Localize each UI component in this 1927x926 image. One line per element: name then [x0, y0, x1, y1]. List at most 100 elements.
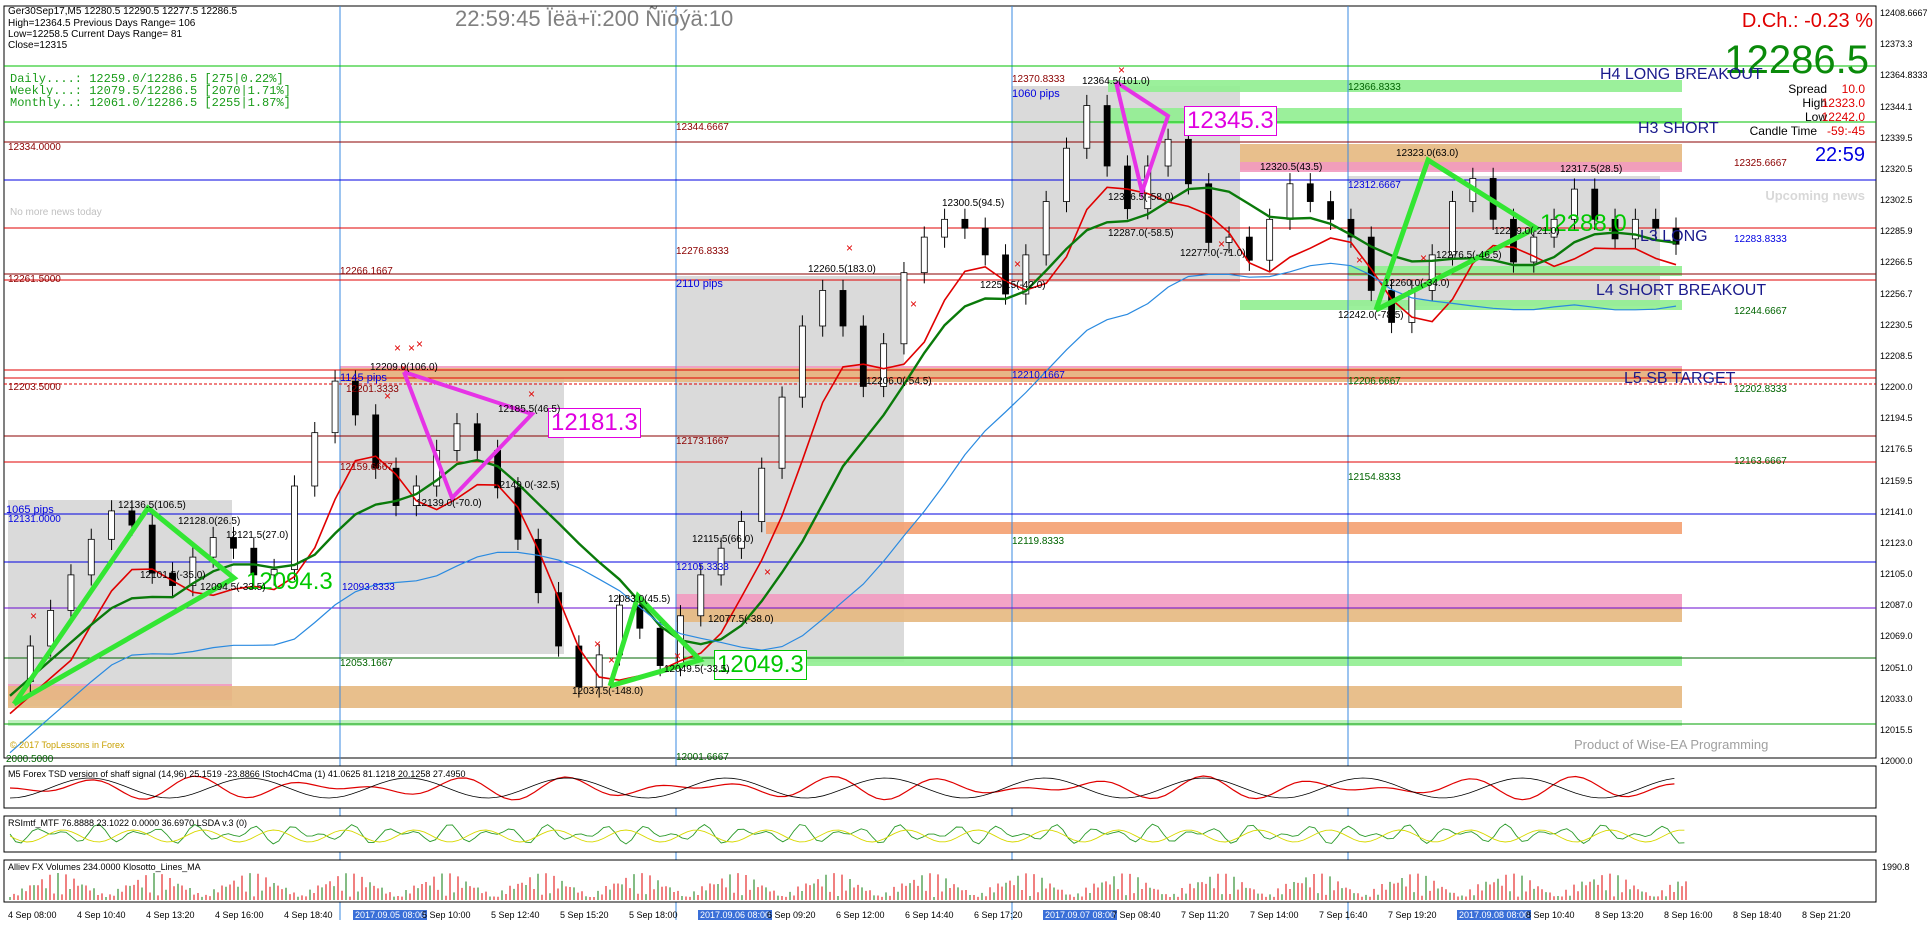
price-tick: 12176.5 — [1880, 444, 1913, 455]
price-tick: 12123.0 — [1880, 537, 1913, 548]
marker-x: × — [1356, 253, 1363, 267]
candle-body — [656, 627, 664, 666]
pivot-label: 12159.6667 — [340, 462, 393, 473]
pips-label-3: 2110 pips — [676, 278, 723, 290]
pips-label-4: 1060 pips — [1012, 88, 1060, 100]
pivot-zone — [8, 686, 1682, 708]
swing-label: 12149.0(-32.5) — [494, 480, 560, 491]
price-tick: 12344.1 — [1880, 101, 1913, 112]
volume-scale: 1990.8 — [1882, 862, 1910, 872]
candle-body — [1286, 183, 1294, 220]
swing-label: 12287.0(-58.5) — [1108, 228, 1174, 239]
swing-label: 12276.5(-46.5) — [1436, 250, 1502, 261]
time-tick: 4 Sep 08:00 — [8, 910, 57, 920]
time-tick: 2017.09.07 08:00 — [1043, 910, 1118, 920]
candle-body — [1449, 201, 1456, 256]
price-tick: 12339.5 — [1880, 132, 1913, 143]
time-tick: 8 Sep 16:00 — [1664, 910, 1713, 920]
swing-label: 12242.0(-78.5) — [1338, 310, 1404, 321]
time-tick: 8 Sep 10:40 — [1526, 910, 1575, 920]
swing-label: 12277.0(-71.0) — [1180, 248, 1246, 259]
pivot-label: 12334.0000 — [8, 142, 61, 153]
marker-x: × — [416, 337, 423, 351]
symbol-line: Ger30Sep17,M5 12280.5 12290.5 12277.5 12… — [8, 6, 238, 17]
time-tick: 4 Sep 13:20 — [146, 910, 195, 920]
swing-label: 12136.5(106.5) — [118, 500, 186, 511]
candle-body — [900, 272, 908, 345]
swing-label: 12049.5(-33.5) — [664, 664, 730, 675]
swing-label: 12115.5(66.0) — [692, 534, 754, 545]
swing-label: 12083.0(45.5) — [608, 594, 671, 605]
candle-body — [778, 396, 786, 469]
candle-body — [148, 524, 156, 574]
candle-body — [981, 227, 989, 256]
price-tick: 12033.0 — [1880, 693, 1913, 704]
price-tick: 12194.5 — [1880, 413, 1913, 424]
time-tick: 5 Sep 18:00 — [629, 910, 678, 920]
swing-label: 12364.5(101.0) — [1082, 76, 1150, 87]
spread-value: 10.0 — [1841, 82, 1865, 96]
marker-x: × — [594, 637, 601, 651]
sub-windows-layer — [3, 765, 1877, 903]
marker-x: × — [846, 241, 853, 255]
pivot-label: 12105.3333 — [676, 562, 729, 573]
pivot-label: 12203.5000 — [8, 382, 61, 393]
swing-label: 12323.0(63.0) — [1396, 148, 1459, 159]
time-tick: 4 Sep 18:40 — [284, 910, 333, 920]
time-tick: 7 Sep 19:20 — [1388, 910, 1437, 920]
candle-body — [1327, 201, 1335, 220]
candle-body — [1530, 236, 1538, 263]
pivot-label: 12244.6667 — [1734, 306, 1787, 317]
time-tick: 5 Sep 15:20 — [560, 910, 609, 920]
swing-label: 12206.0(-54.5) — [866, 376, 932, 387]
pivot-label: 12276.8333 — [676, 246, 729, 257]
candle-body — [1652, 218, 1660, 229]
spread-label: Spread — [1788, 82, 1827, 96]
candle-body — [291, 485, 298, 570]
pivot-label: 12001.6667 — [676, 752, 729, 763]
candle-body — [372, 414, 380, 469]
pivot-zone — [8, 720, 1682, 726]
time-tick: 5 Sep 10:00 — [422, 910, 471, 920]
price-tick: 12230.5 — [1880, 319, 1913, 330]
swing-label: 12094.5(-33.5) — [200, 582, 266, 593]
candle-body — [453, 423, 461, 451]
marker-x: × — [764, 565, 771, 579]
pivot-label: 12119.8333 — [1012, 536, 1065, 547]
pivot-label: 12163.6667 — [1734, 456, 1787, 467]
swing-label: 12260.0(-34.0) — [1384, 278, 1450, 289]
candle-body — [209, 537, 217, 558]
price-tick: 12051.0 — [1880, 662, 1913, 673]
pivot-label: 12312.6667 — [1348, 180, 1401, 191]
candle-body — [331, 380, 339, 434]
time-tick: 4 Sep 10:40 — [77, 910, 126, 920]
pivot-label: 12325.6667 — [1734, 158, 1787, 169]
price-tick: 12087.0 — [1880, 600, 1913, 611]
marker-x: × — [1014, 257, 1021, 271]
pivot-label: 12093.8333 — [342, 582, 395, 593]
price-tick: 12069.0 — [1880, 631, 1913, 642]
swing-label: 12037.5(-148.0) — [572, 686, 644, 697]
swing-label: 12121.5(27.0) — [226, 530, 289, 541]
swing-label: 12128.0(26.5) — [178, 516, 241, 527]
price-tick: 12373.3 — [1880, 39, 1913, 50]
candle-body — [941, 218, 948, 238]
candle-body — [1184, 138, 1192, 185]
time-tick: 8 Sep 21:20 — [1802, 910, 1851, 920]
candle-body — [1103, 105, 1111, 167]
price-tick: 12408.6667 — [1880, 8, 1927, 18]
marker-x: × — [528, 387, 535, 401]
candle-body — [839, 290, 847, 327]
price-tick: 12105.0 — [1880, 569, 1913, 579]
candle-body — [128, 510, 136, 526]
candle-body — [961, 218, 969, 229]
candle-body — [1225, 236, 1233, 243]
swing-label: 12209.0(106.0) — [370, 362, 438, 373]
candle-body — [595, 654, 603, 688]
candle-body — [1083, 105, 1091, 149]
high-line: High=12364.5 Previous Days Range= 106 — [8, 18, 196, 29]
marker-x: × — [608, 653, 615, 667]
candle-body — [473, 423, 481, 451]
candle-body — [758, 467, 766, 522]
copyright: © 2017 TopLessons in Forex — [10, 740, 125, 750]
